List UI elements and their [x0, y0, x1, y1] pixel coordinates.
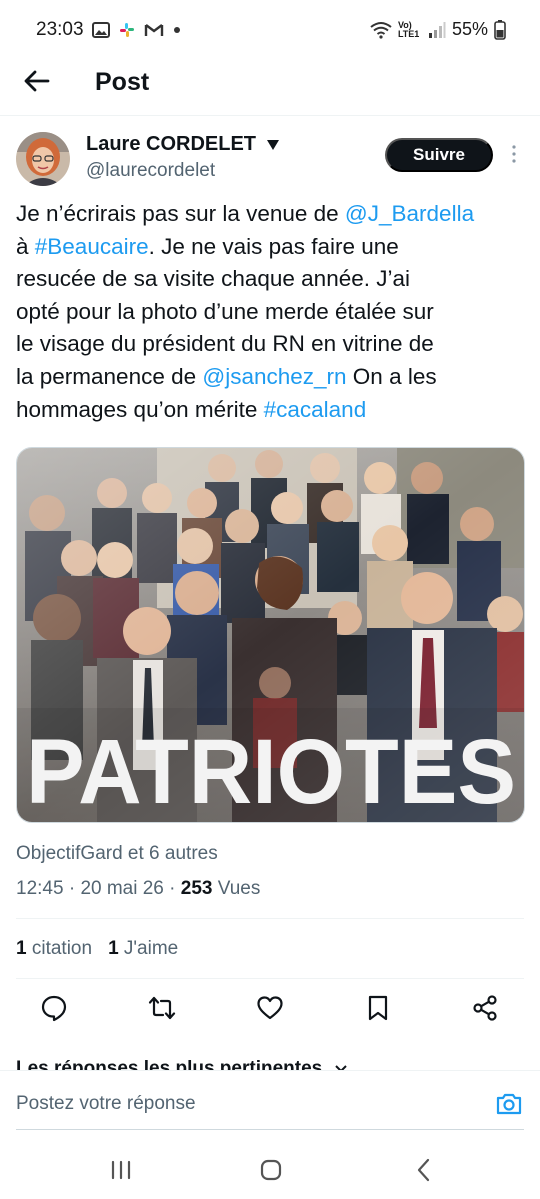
tweet-text: Je n’écrirais pas sur la venue de @J_Bar… — [16, 201, 475, 422]
recent-apps-icon[interactable] — [107, 1156, 135, 1184]
back-arrow-icon[interactable] — [22, 66, 52, 96]
timestamp-row: 12:45 · 20 mai 26 · 253 Vues — [16, 878, 261, 899]
mention-link[interactable]: @J_Bardella — [345, 201, 474, 226]
reply-input[interactable]: Postez votre réponse — [16, 1093, 196, 1115]
reply-underline — [16, 1129, 524, 1130]
liked-by-summary[interactable]: ObjectifGard et 6 autres — [16, 843, 218, 865]
gmail-icon — [144, 24, 164, 36]
camera-icon[interactable] — [494, 1089, 524, 1119]
meta-divider — [16, 918, 524, 919]
stats-row: 1 citation 1 J'aime — [16, 938, 178, 960]
more-options-icon[interactable] — [504, 142, 524, 166]
likes-stat[interactable]: 1 J'aime — [108, 938, 178, 960]
views-count: 253 — [180, 878, 213, 899]
author-name[interactable]: Laure CORDELET — [86, 133, 280, 156]
dot-icon — [174, 27, 180, 33]
system-nav-bar — [0, 1140, 540, 1199]
back-icon[interactable] — [410, 1156, 438, 1184]
wifi-icon — [370, 21, 392, 39]
home-icon[interactable] — [257, 1156, 285, 1184]
retweet-icon[interactable] — [148, 994, 176, 1022]
mention-link[interactable]: @jsanchez_rn — [202, 364, 346, 389]
tweet-photo[interactable]: PATRIOTES — [16, 447, 525, 823]
status-bar: 23:03 Vo) LTE1 55% — [0, 0, 540, 62]
gallery-icon — [92, 22, 110, 38]
hashtag-link[interactable]: #cacaland — [264, 397, 367, 422]
bookmark-icon[interactable] — [364, 994, 392, 1022]
signal-icon — [428, 21, 446, 38]
action-bar — [0, 990, 540, 1030]
status-time: 23:03 — [36, 19, 84, 40]
reply-icon[interactable] — [40, 994, 68, 1022]
reply-bar: Postez votre réponse — [0, 1070, 540, 1132]
stats-divider — [16, 978, 524, 979]
network-label: Vo) LTE1 — [397, 19, 420, 39]
avatar[interactable] — [16, 132, 70, 186]
author-handle[interactable]: @laurecordelet — [86, 160, 215, 182]
dropdown-triangle-icon — [266, 139, 279, 150]
battery-percent: 55% — [451, 19, 488, 39]
follow-button[interactable]: Suivre — [385, 138, 493, 172]
photo-caption-text: PATRIOTES — [26, 721, 516, 823]
page-title: Post — [95, 68, 150, 96]
quotes-stat[interactable]: 1 citation — [16, 938, 92, 960]
header-divider — [0, 115, 540, 116]
header: Post — [0, 62, 540, 108]
battery-icon — [494, 19, 506, 40]
hashtag-link[interactable]: #Beaucaire — [35, 234, 149, 259]
slack-icon — [120, 23, 134, 37]
share-icon[interactable] — [471, 994, 499, 1022]
like-icon[interactable] — [256, 994, 284, 1022]
